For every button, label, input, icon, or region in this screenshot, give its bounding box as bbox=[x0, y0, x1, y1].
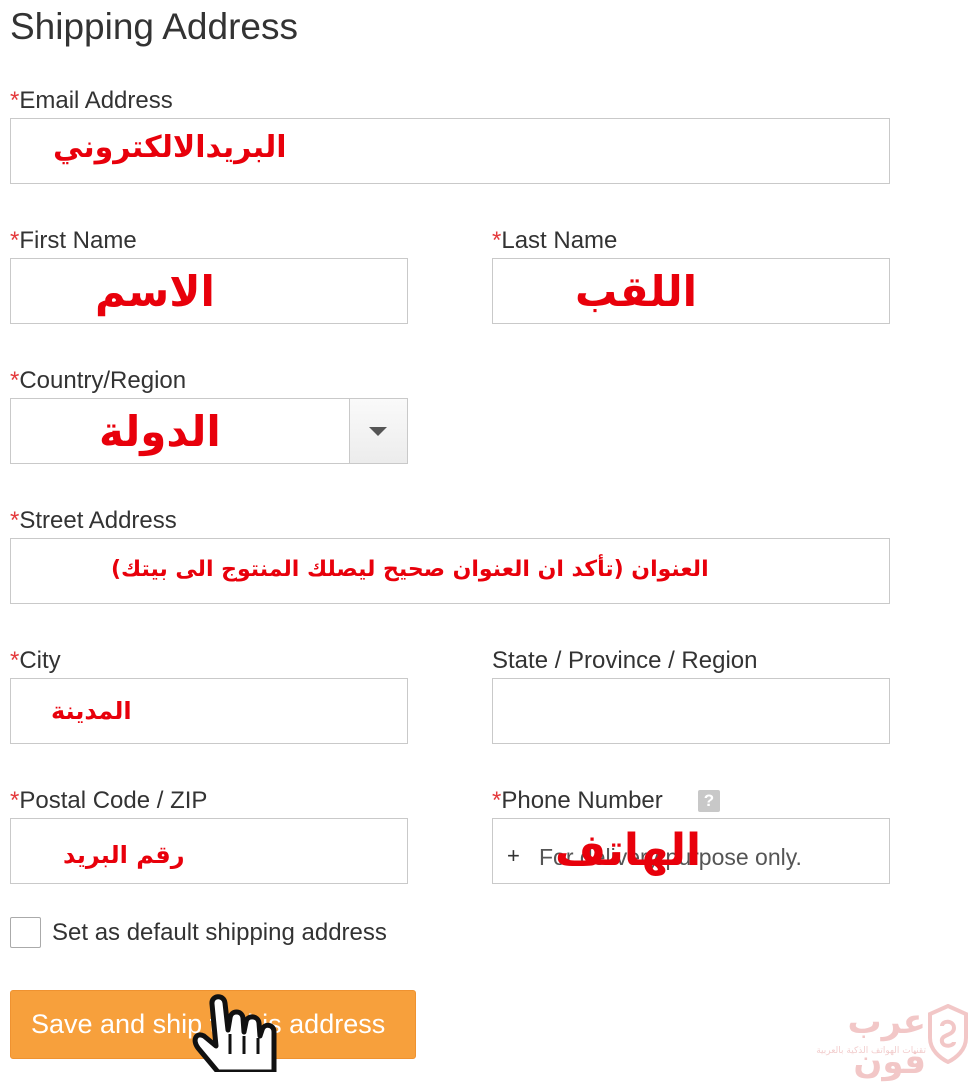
phone-number-field[interactable]: + For delivery purpose only. الهاتف bbox=[492, 818, 890, 884]
hand-pointer-icon bbox=[192, 994, 277, 1072]
first-name-annotation: الاسم bbox=[95, 267, 215, 316]
state-field[interactable] bbox=[492, 678, 890, 744]
default-address-label[interactable]: Set as default shipping address bbox=[52, 919, 387, 947]
postal-label: *Postal Code / ZIP bbox=[10, 787, 207, 815]
question-icon[interactable]: ? bbox=[698, 790, 720, 812]
country-select[interactable]: الدولة bbox=[10, 398, 408, 464]
first-name-label: *First Name bbox=[10, 227, 137, 255]
city-field[interactable]: المدينة bbox=[10, 678, 408, 744]
phone-annotation: الهاتف bbox=[555, 825, 702, 876]
first-name-field[interactable]: الاسم bbox=[10, 258, 408, 324]
city-label-text: City bbox=[19, 647, 61, 674]
required-marker: * bbox=[10, 227, 20, 254]
last-name-annotation: اللقب bbox=[574, 267, 697, 316]
required-marker: * bbox=[492, 787, 502, 814]
country-dropdown-button[interactable] bbox=[349, 399, 407, 463]
email-label: *Email Address bbox=[10, 87, 173, 115]
postal-annotation: رقم البريد bbox=[63, 841, 185, 869]
required-marker: * bbox=[10, 647, 20, 674]
postal-code-field[interactable]: رقم البريد bbox=[10, 818, 408, 884]
chevron-down-icon bbox=[369, 427, 387, 436]
required-marker: * bbox=[10, 367, 20, 394]
country-label: *Country/Region bbox=[10, 367, 186, 395]
watermark-text: عرب فون bbox=[847, 1002, 926, 1082]
email-label-text: Email Address bbox=[19, 87, 173, 114]
email-annotation: البريدالالكتروني bbox=[53, 130, 287, 165]
postal-label-text: Postal Code / ZIP bbox=[19, 787, 208, 814]
country-annotation: الدولة bbox=[99, 407, 221, 456]
page-title: Shipping Address bbox=[10, 6, 298, 47]
required-marker: * bbox=[492, 227, 502, 254]
country-label-text: Country/Region bbox=[19, 367, 187, 394]
street-address-field[interactable]: العنوان (تأكد ان العنوان صحيح ليصلك المن… bbox=[10, 538, 890, 604]
street-label-text: Street Address bbox=[19, 507, 177, 534]
phone-label-text: Phone Number bbox=[501, 787, 663, 814]
required-marker: * bbox=[10, 507, 20, 534]
default-address-checkbox[interactable] bbox=[10, 917, 41, 948]
city-label: *City bbox=[10, 647, 61, 675]
email-field[interactable]: البريدالالكتروني bbox=[10, 118, 890, 184]
required-marker: * bbox=[10, 787, 20, 814]
street-label: *Street Address bbox=[10, 507, 177, 535]
phone-prefix: + bbox=[507, 843, 520, 868]
last-name-label-text: Last Name bbox=[501, 227, 618, 254]
street-annotation: العنوان (تأكد ان العنوان صحيح ليصلك المن… bbox=[111, 557, 709, 582]
last-name-field[interactable]: اللقب bbox=[492, 258, 890, 324]
city-annotation: المدينة bbox=[51, 697, 132, 725]
state-label: State / Province / Region bbox=[492, 647, 758, 674]
required-marker: * bbox=[10, 87, 20, 114]
shield-icon bbox=[928, 1004, 968, 1064]
phone-label: *Phone Number bbox=[492, 787, 663, 815]
first-name-label-text: First Name bbox=[19, 227, 137, 254]
watermark-subtext: تقنيات الهواتف الذكية بالعربية bbox=[816, 1046, 926, 1056]
last-name-label: *Last Name bbox=[492, 227, 617, 255]
watermark-logo: عرب فون تقنيات الهواتف الذكية بالعربية bbox=[778, 1000, 970, 1082]
